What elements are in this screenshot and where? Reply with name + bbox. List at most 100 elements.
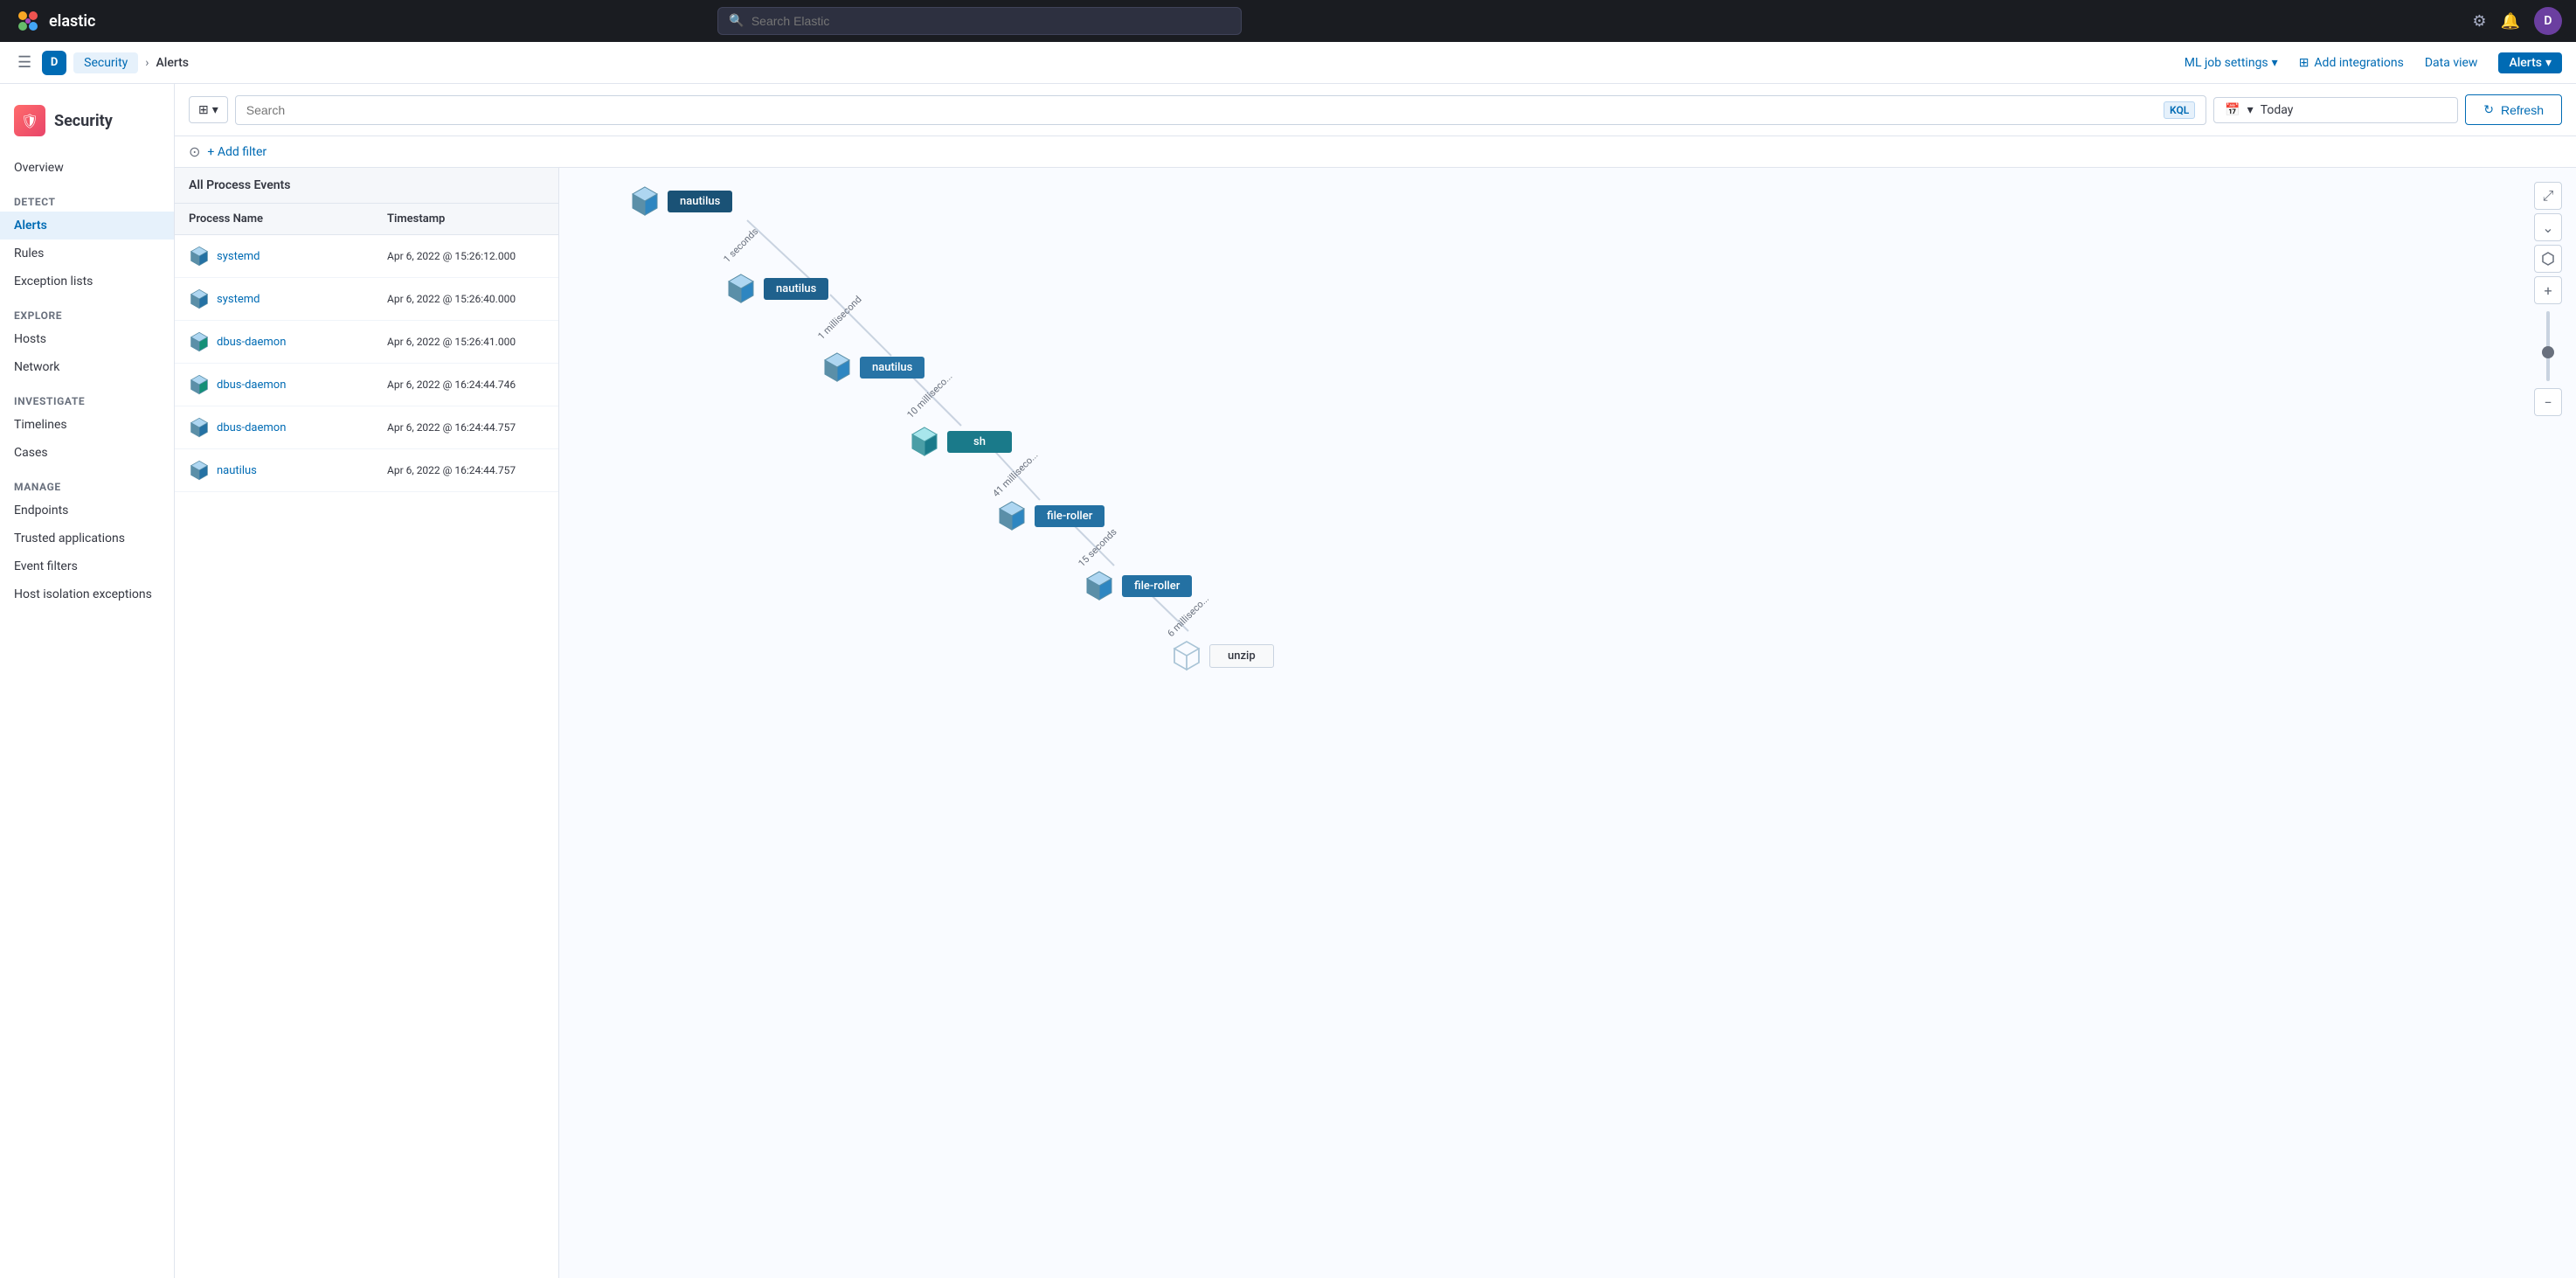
table-header: Process Name Timestamp	[175, 204, 558, 235]
cube-icon-6	[1084, 570, 1115, 601]
collapse-button[interactable]: ⌄	[2534, 213, 2562, 241]
elastic-logo[interactable]: elastic	[14, 7, 95, 35]
sidebar-title: Security	[54, 112, 113, 130]
alerts-chevron-icon: ▾	[2545, 56, 2552, 70]
cube-icon-4	[909, 426, 940, 457]
node-file-roller-1[interactable]: file-roller	[996, 500, 1104, 531]
kql-badge[interactable]: KQL	[2164, 101, 2195, 119]
global-search-bar[interactable]: 🔍	[717, 7, 1242, 35]
ml-settings-label: ML job settings	[2185, 56, 2268, 70]
timestamp-value: Apr 6, 2022 @ 15:26:40.000	[387, 293, 544, 305]
node-nautilus-2[interactable]: nautilus	[725, 273, 828, 304]
process-name: systemd	[217, 250, 387, 263]
calendar-icon: 📅	[2225, 103, 2240, 117]
breadcrumb-d-icon: D	[42, 51, 66, 75]
table-row[interactable]: nautilus Apr 6, 2022 @ 16:24:44.757	[175, 449, 558, 492]
table-row[interactable]: dbus-daemon Apr 6, 2022 @ 16:24:44.757	[175, 406, 558, 449]
search-type-chevron: ▾	[212, 102, 218, 117]
search-toolbar: ⊞ ▾ KQL 📅 ▾ Today ↻ Refresh	[175, 84, 2576, 136]
breadcrumb-bar: ☰ D Security › Alerts ML job settings ▾ …	[0, 42, 2576, 84]
user-avatar[interactable]: D	[2534, 7, 2562, 35]
timestamp-value: Apr 6, 2022 @ 15:26:12.000	[387, 250, 544, 262]
sidebar-item-rules[interactable]: Rules	[0, 240, 174, 267]
content-area: ⊞ ▾ KQL 📅 ▾ Today ↻ Refresh ⊙ + Add filt…	[175, 84, 2576, 1278]
process-graph-svg	[559, 168, 2576, 1278]
split-view: All Process Events Process Name Timestam…	[175, 168, 2576, 1278]
node-nautilus-1[interactable]: nautilus	[629, 185, 732, 217]
date-picker[interactable]: 📅 ▾ Today	[2213, 97, 2458, 123]
node-sh[interactable]: sh	[909, 426, 1012, 457]
timestamp-value: Apr 6, 2022 @ 16:24:44.757	[387, 464, 544, 476]
filter-bar: ⊙ + Add filter	[175, 136, 2576, 168]
edge-label-1: 1 seconds	[721, 226, 760, 265]
timestamp-value: Apr 6, 2022 @ 15:26:41.000	[387, 336, 544, 348]
process-name: systemd	[217, 293, 387, 306]
process-name: dbus-daemon	[217, 336, 387, 349]
table-body: systemd Apr 6, 2022 @ 15:26:12.000 syste…	[175, 235, 558, 1278]
sidebar-item-overview[interactable]: Overview	[0, 154, 174, 182]
main-layout: 🛡 Security Overview Detect Alerts Rules …	[0, 84, 2576, 1278]
top-navigation: elastic 🔍 ⚙ 🔔 D	[0, 0, 2576, 42]
sidebar-item-hosts[interactable]: Hosts	[0, 325, 174, 353]
sidebar-item-event-filters[interactable]: Event filters	[0, 552, 174, 580]
node-file-roller-2[interactable]: file-roller	[1084, 570, 1192, 601]
notifications-icon[interactable]: 🔔	[2501, 12, 2520, 31]
col-process-name: Process Name	[189, 212, 387, 226]
edge-label-5: 15 seconds	[1076, 526, 1118, 569]
add-integrations-label: Add integrations	[2314, 56, 2403, 70]
process-cube-icon	[189, 246, 210, 267]
node-nautilus-3[interactable]: nautilus	[821, 351, 924, 383]
refresh-icon: ↻	[2483, 102, 2494, 117]
cube-icon-5	[996, 500, 1028, 531]
menu-toggle[interactable]: ☰	[14, 50, 35, 75]
zoom-in-button[interactable]: +	[2534, 276, 2562, 304]
zoom-slider[interactable]	[2534, 311, 2562, 381]
search-type-button[interactable]: ⊞ ▾	[189, 96, 228, 123]
table-row[interactable]: dbus-daemon Apr 6, 2022 @ 15:26:41.000	[175, 321, 558, 364]
add-filter-button[interactable]: + Add filter	[207, 145, 267, 159]
search-icon: 🔍	[729, 14, 744, 28]
sidebar-item-host-isolation[interactable]: Host isolation exceptions	[0, 580, 174, 608]
sidebar-section-explore: Explore	[0, 295, 174, 325]
expand-button[interactable]: ⤢	[2534, 182, 2562, 210]
process-panel: All Process Events Process Name Timestam…	[175, 168, 559, 1278]
alerts-badge-button[interactable]: Alerts ▾	[2498, 52, 2562, 73]
sidebar-item-cases[interactable]: Cases	[0, 439, 174, 467]
breadcrumb-arrow: ›	[145, 56, 149, 70]
sidebar: 🛡 Security Overview Detect Alerts Rules …	[0, 84, 175, 1278]
sidebar-item-exception-lists[interactable]: Exception lists	[0, 267, 174, 295]
add-integrations-button[interactable]: ⊞ Add integrations	[2299, 56, 2404, 70]
sidebar-item-network[interactable]: Network	[0, 353, 174, 381]
table-row[interactable]: systemd Apr 6, 2022 @ 15:26:40.000	[175, 278, 558, 321]
cube-icon-3	[821, 351, 853, 383]
sidebar-logo: 🛡 Security	[0, 98, 174, 154]
sidebar-section-manage: Manage	[0, 467, 174, 497]
panel-header: All Process Events	[175, 168, 558, 204]
data-view-button[interactable]: Data view	[2425, 56, 2478, 70]
process-name: nautilus	[217, 464, 387, 477]
ml-job-settings-button[interactable]: ML job settings ▾	[2185, 56, 2278, 70]
node-unzip[interactable]: unzip	[1171, 640, 1274, 671]
breadcrumb-security[interactable]: Security	[73, 52, 138, 73]
sidebar-item-timelines[interactable]: Timelines	[0, 411, 174, 439]
global-search-input[interactable]	[751, 14, 1231, 28]
hexagon-mode-button[interactable]	[2534, 245, 2562, 273]
sidebar-logo-icon: 🛡	[14, 105, 45, 136]
sidebar-item-alerts[interactable]: Alerts	[0, 212, 174, 240]
table-row[interactable]: dbus-daemon Apr 6, 2022 @ 16:24:44.746	[175, 364, 558, 406]
zoom-out-button[interactable]: −	[2534, 388, 2562, 416]
cube-icon-7	[1171, 640, 1202, 671]
sidebar-item-trusted-apps[interactable]: Trusted applications	[0, 524, 174, 552]
refresh-button[interactable]: ↻ Refresh	[2465, 94, 2562, 125]
date-label: Today	[2261, 103, 2294, 117]
graph-controls: ⤢ ⌄ + −	[2534, 182, 2562, 416]
search-input[interactable]	[246, 103, 2157, 117]
settings-icon[interactable]: ⚙	[2472, 12, 2486, 31]
process-cube-icon	[189, 417, 210, 438]
sidebar-item-endpoints[interactable]: Endpoints	[0, 497, 174, 524]
table-row[interactable]: systemd Apr 6, 2022 @ 15:26:12.000	[175, 235, 558, 278]
ml-chevron-icon: ▾	[2272, 56, 2278, 70]
graph-panel: nautilus 1 seconds nautilus	[559, 168, 2576, 1278]
table-icon: ⊞	[198, 102, 209, 117]
timestamp-value: Apr 6, 2022 @ 16:24:44.746	[387, 379, 544, 391]
